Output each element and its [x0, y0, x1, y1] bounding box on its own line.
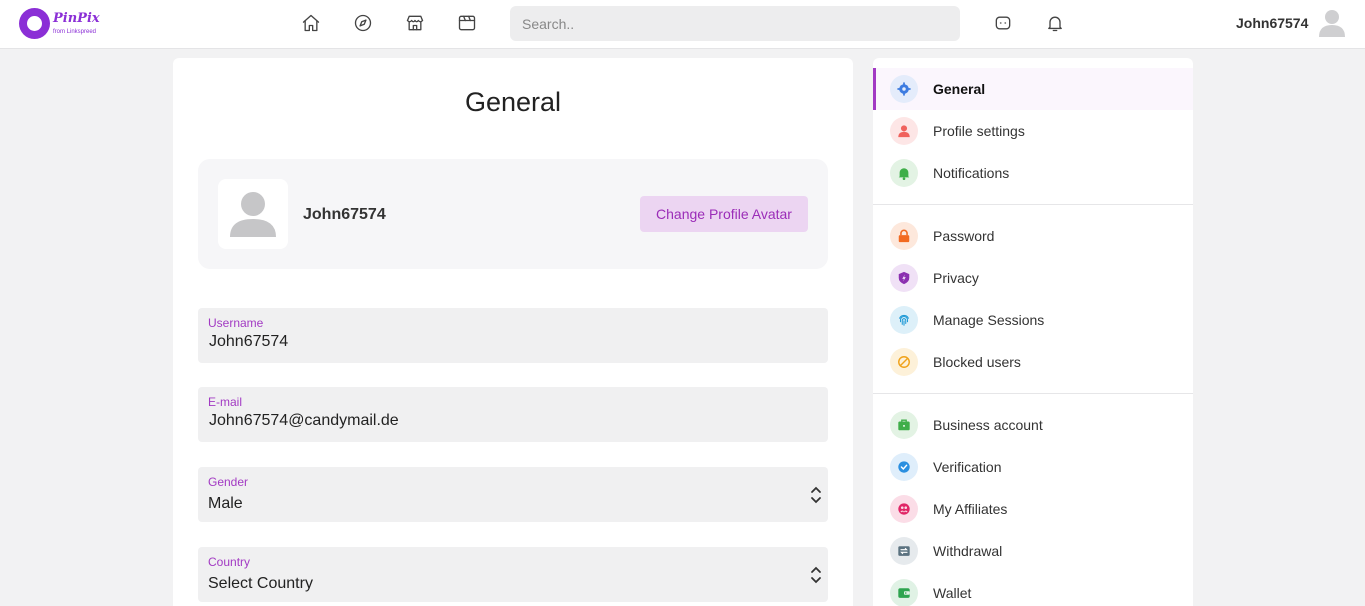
settings-sidebar: General Profile settings Notifications P…	[873, 58, 1193, 606]
select-arrows-icon	[811, 566, 821, 584]
country-select[interactable]: Country Select Country	[198, 547, 828, 602]
profile-avatar[interactable]	[218, 179, 288, 249]
profile-summary: John67574 Change Profile Avatar	[198, 159, 828, 269]
sidebar-item-verification[interactable]: Verification	[873, 446, 1193, 488]
avatar-placeholder-icon	[230, 192, 276, 237]
email-value[interactable]: John67574@candymail.de	[209, 412, 399, 430]
sidebar-item-label: General	[933, 81, 986, 97]
sidebar-item-label: Notifications	[933, 165, 1010, 181]
avatar[interactable]	[1318, 8, 1346, 38]
gender-label: Gender	[208, 475, 249, 489]
sidebar-item-label: Verification	[933, 459, 1002, 475]
email-field[interactable]: E-mail John67574@candymail.de	[198, 387, 828, 442]
email-label: E-mail	[208, 395, 243, 409]
messages-icon[interactable]	[992, 12, 1014, 34]
username-value[interactable]: John67574	[209, 333, 288, 351]
bell-icon[interactable]	[1044, 12, 1066, 34]
affiliates-icon	[890, 495, 918, 523]
sidebar-item-privacy[interactable]: Privacy	[873, 257, 1193, 299]
sidebar-item-notifications[interactable]: Notifications	[873, 152, 1193, 194]
sidebar-item-profile-settings[interactable]: Profile settings	[873, 110, 1193, 152]
brand-tagline: from Linkspreed	[53, 28, 97, 35]
country-label: Country	[208, 555, 251, 569]
home-icon[interactable]	[300, 12, 322, 34]
page-title: General	[464, 87, 562, 117]
wallet-icon	[890, 579, 918, 606]
sidebar-item-wallet[interactable]: Wallet	[873, 572, 1193, 606]
user-name[interactable]: John67574	[1236, 15, 1308, 31]
settings-card: General John67574 Change Profile Avatar …	[173, 58, 853, 606]
sidebar-item-label: Wallet	[933, 585, 972, 601]
lock-icon	[890, 222, 918, 250]
sidebar-divider	[873, 204, 1193, 205]
gender-select[interactable]: Gender Male	[198, 467, 828, 522]
sidebar-item-label: Withdrawal	[933, 543, 1003, 559]
store-icon[interactable]	[404, 12, 426, 34]
sidebar-item-withdrawal[interactable]: Withdrawal	[873, 530, 1193, 572]
sidebar-item-label: Business account	[933, 417, 1043, 433]
shield-icon	[890, 264, 918, 292]
username-field[interactable]: Username John67574	[198, 308, 828, 363]
brand-logo[interactable]: PinPix from Linkspreed	[19, 7, 109, 39]
sidebar-item-password[interactable]: Password	[873, 215, 1193, 257]
sidebar-item-business-account[interactable]: Business account	[873, 404, 1193, 446]
gear-icon	[890, 75, 918, 103]
bell-icon	[890, 159, 918, 187]
sidebar-item-my-affiliates[interactable]: My Affiliates	[873, 488, 1193, 530]
sidebar-item-label: Password	[933, 228, 995, 244]
logo-icon	[19, 7, 50, 39]
brand-name: PinPix	[53, 10, 100, 26]
change-avatar-button[interactable]: Change Profile Avatar	[640, 196, 808, 232]
select-arrows-icon	[811, 486, 821, 504]
sidebar-item-general[interactable]: General	[873, 68, 1193, 110]
sidebar-item-label: Blocked users	[933, 354, 1021, 370]
username-label: Username	[208, 316, 264, 330]
block-icon	[890, 348, 918, 376]
profile-name: John67574	[303, 206, 386, 223]
video-icon[interactable]	[456, 12, 478, 34]
sidebar-item-manage-sessions[interactable]: Manage Sessions	[873, 299, 1193, 341]
sidebar-divider	[873, 393, 1193, 394]
user-icon	[890, 117, 918, 145]
sidebar-item-blocked-users[interactable]: Blocked users	[873, 341, 1193, 383]
sidebar-item-label: Privacy	[933, 270, 979, 286]
sidebar-item-label: My Affiliates	[933, 501, 1008, 517]
country-value[interactable]: Select Country	[208, 575, 313, 593]
sidebar-item-label: Profile settings	[933, 123, 1025, 139]
check-badge-icon	[890, 453, 918, 481]
exchange-icon	[890, 537, 918, 565]
fingerprint-icon	[890, 306, 918, 334]
compass-icon[interactable]	[352, 12, 374, 34]
top-bar: PinPix from Linkspreed John67574	[0, 0, 1365, 49]
sidebar-item-label: Manage Sessions	[933, 312, 1045, 328]
search-input[interactable]	[510, 6, 960, 41]
gender-value[interactable]: Male	[208, 495, 243, 513]
briefcase-icon	[890, 411, 918, 439]
